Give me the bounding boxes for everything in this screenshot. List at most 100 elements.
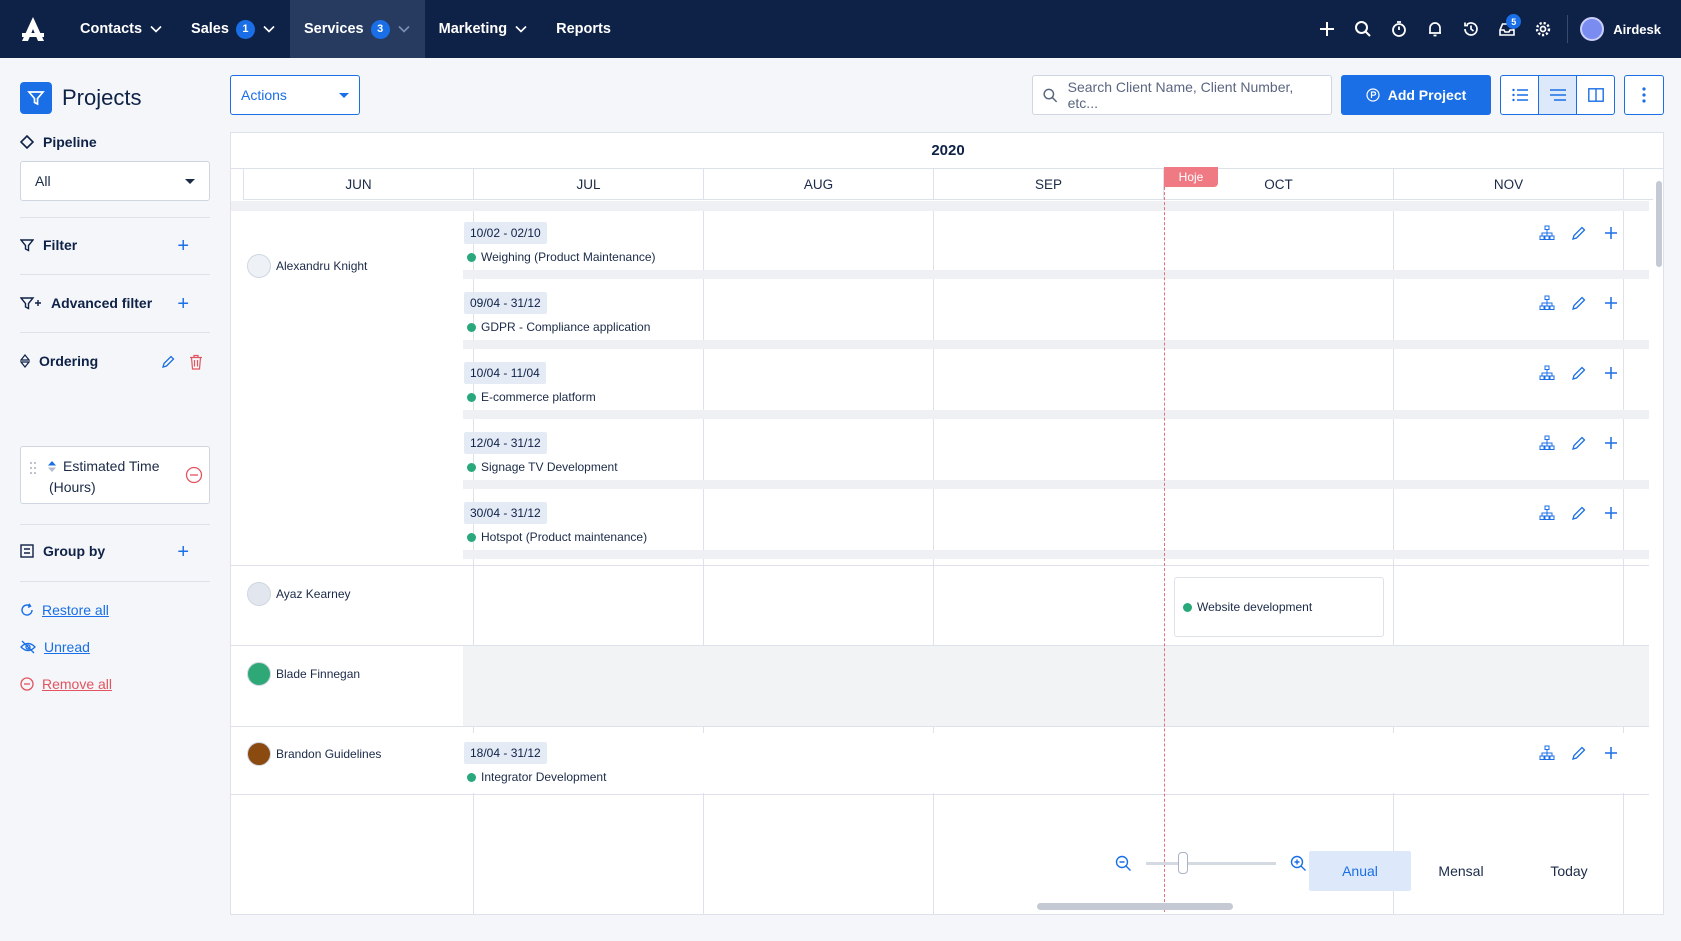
ordering-item[interactable]: Estimated Time (Hours)	[20, 446, 210, 504]
person-row-label: Alexandru Knight	[247, 254, 367, 278]
person-row-label: Blade Finnegan	[247, 662, 360, 686]
nav-contacts[interactable]: Contacts	[66, 0, 177, 58]
board-view-button[interactable]	[1577, 76, 1614, 114]
pipeline-select[interactable]: All	[20, 161, 210, 201]
add-icon[interactable]	[1603, 365, 1619, 381]
vertical-scrollbar[interactable]	[1656, 181, 1662, 267]
add-group-by-button[interactable]: +	[177, 542, 189, 562]
unread-link[interactable]: Unread	[20, 639, 90, 655]
row-spacer	[463, 550, 1649, 559]
zoom-slider-thumb[interactable]	[1178, 852, 1188, 874]
remove-all-link[interactable]: Remove all	[20, 676, 112, 692]
search-input[interactable]: Search Client Name, Client Number, etc..…	[1032, 75, 1332, 115]
eye-off-icon	[20, 640, 36, 654]
add-icon[interactable]	[1603, 745, 1619, 761]
divider	[20, 274, 210, 275]
group-by-icon	[20, 544, 34, 558]
edit-icon[interactable]	[1571, 295, 1587, 311]
remove-ordering-icon[interactable]	[185, 466, 203, 484]
hierarchy-icon[interactable]	[1539, 505, 1555, 521]
hierarchy-icon[interactable]	[1539, 295, 1555, 311]
plus-icon[interactable]	[1309, 0, 1345, 58]
project-date-range: 18/04 - 31/12	[464, 742, 547, 764]
person-name: Brandon Guidelines	[276, 747, 382, 761]
project-name: Hotspot (Product maintenance)	[467, 530, 647, 544]
project-card[interactable]: Website development	[1174, 577, 1384, 637]
trash-icon[interactable]	[189, 354, 203, 370]
pipeline-select-value: All	[35, 173, 51, 189]
search-icon[interactable]	[1345, 0, 1381, 58]
project-name: Signage TV Development	[467, 460, 618, 474]
avatar	[247, 582, 271, 606]
hierarchy-icon[interactable]	[1539, 745, 1555, 761]
project-date-range: 10/02 - 02/10	[464, 222, 547, 244]
mode-anual-button[interactable]: Anual	[1309, 851, 1411, 891]
top-nav: Contacts Sales 1 Services 3 Marketing Re…	[0, 0, 1681, 58]
list-view-button[interactable]	[1501, 76, 1539, 114]
caret-down-icon	[339, 92, 349, 98]
timeline-year: 2020	[231, 133, 1663, 169]
project-row-background	[463, 733, 1649, 793]
nav-sales-badge: 1	[235, 19, 255, 39]
bell-icon[interactable]	[1417, 0, 1453, 58]
hierarchy-icon[interactable]	[1539, 435, 1555, 451]
person-name: Ayaz Kearney	[276, 587, 351, 601]
person-name: Alexandru Knight	[276, 259, 368, 273]
hierarchy-icon[interactable]	[1539, 365, 1555, 381]
nav-reports[interactable]: Reports	[542, 0, 625, 58]
empty-row-background	[463, 646, 1649, 726]
history-icon[interactable]	[1453, 0, 1489, 58]
edit-icon[interactable]	[1571, 435, 1587, 451]
drag-handle-icon[interactable]	[29, 461, 37, 475]
zoom-slider[interactable]	[1146, 852, 1276, 874]
sort-direction-icon[interactable]	[48, 461, 56, 472]
mode-mensal-button[interactable]: Mensal	[1410, 851, 1512, 891]
zoom-out-icon[interactable]	[1115, 855, 1132, 872]
edit-icon[interactable]	[1571, 505, 1587, 521]
status-dot	[467, 392, 476, 402]
nav-sales[interactable]: Sales 1	[177, 0, 290, 58]
hierarchy-icon[interactable]	[1539, 225, 1555, 241]
avatar	[247, 662, 271, 686]
add-icon[interactable]	[1603, 295, 1619, 311]
user-avatar[interactable]	[1580, 17, 1605, 41]
actions-dropdown[interactable]: Actions	[230, 75, 360, 115]
timer-icon[interactable]	[1381, 0, 1417, 58]
ordering-label: Ordering	[39, 353, 99, 369]
add-icon[interactable]	[1603, 225, 1619, 241]
edit-icon[interactable]	[1571, 745, 1587, 761]
edit-ordering-icon[interactable]	[160, 354, 176, 370]
horizontal-scrollbar[interactable]	[1037, 903, 1233, 910]
add-icon[interactable]	[1603, 435, 1619, 451]
divider	[20, 524, 210, 525]
edit-icon[interactable]	[1571, 225, 1587, 241]
row-divider	[231, 565, 1649, 566]
add-project-button[interactable]: Add Project	[1341, 75, 1491, 115]
chevron-down-icon	[398, 25, 410, 33]
airdesk-logo[interactable]	[0, 0, 66, 58]
edit-icon[interactable]	[1571, 365, 1587, 381]
gear-icon[interactable]	[1525, 0, 1561, 58]
row-spacer	[463, 270, 1649, 279]
row-actions	[1539, 365, 1619, 381]
view-switcher	[1500, 75, 1615, 115]
advanced-filter-label: Advanced filter	[51, 295, 153, 311]
mode-today-button[interactable]: Today	[1518, 851, 1620, 891]
user-name[interactable]: Airdesk	[1613, 22, 1661, 37]
add-icon[interactable]	[1603, 505, 1619, 521]
timeline-view-button[interactable]	[1539, 76, 1577, 114]
add-filter-button[interactable]: +	[177, 236, 189, 256]
sidebar: Projects Pipeline All Filter + Advanced …	[0, 58, 225, 941]
more-options-button[interactable]	[1624, 75, 1664, 115]
status-dot	[467, 462, 476, 472]
restore-all-link[interactable]: Restore all	[20, 602, 109, 618]
project-name: Integrator Development	[467, 770, 606, 784]
row-actions	[1539, 505, 1619, 521]
nav-services[interactable]: Services 3	[289, 0, 425, 58]
inbox-icon[interactable]: 5	[1489, 0, 1525, 58]
unread-label: Unread	[44, 639, 90, 655]
zoom-in-icon[interactable]	[1290, 855, 1307, 872]
filter-funnel-icon[interactable]	[20, 82, 52, 114]
nav-marketing[interactable]: Marketing	[425, 0, 543, 58]
add-advanced-filter-button[interactable]: +	[177, 294, 189, 314]
